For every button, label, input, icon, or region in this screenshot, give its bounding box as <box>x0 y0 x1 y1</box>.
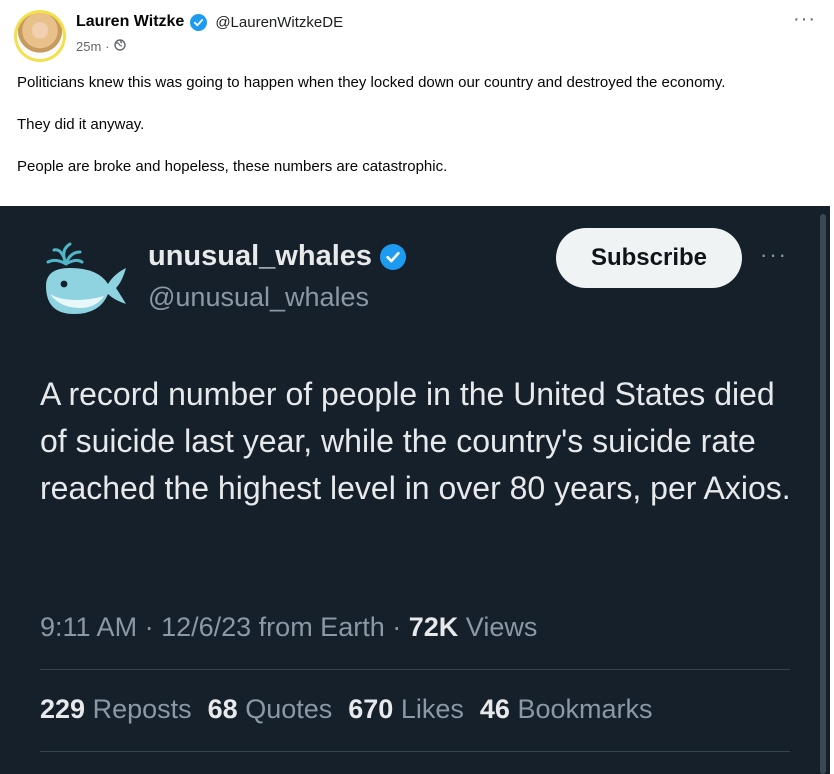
quotes-label: Quotes <box>245 694 333 724</box>
quotes-stat[interactable]: 68 Quotes <box>208 694 333 725</box>
tweet-more-options-icon[interactable]: ··· <box>760 244 788 266</box>
tweet-stats: 229 Reposts 68 Quotes 670 Likes 46 Bookm… <box>40 694 652 725</box>
views-count: 72K <box>408 612 459 642</box>
meta-separator: · <box>144 612 154 642</box>
subscribe-button[interactable]: Subscribe <box>556 228 742 288</box>
views-label: Views <box>465 612 538 642</box>
post-timestamp[interactable]: 25m <box>76 39 101 54</box>
post-text: Politicians knew this was going to happe… <box>17 72 807 198</box>
avatar-photo <box>17 13 63 59</box>
post-header: Lauren Witzke @LaurenWitzkeDE 25m · ··· <box>14 8 820 64</box>
post-meta: 25m · <box>76 39 126 54</box>
reposts-stat[interactable]: 229 Reposts <box>40 694 192 725</box>
tweet-time[interactable]: 9:11 AM <box>40 612 137 642</box>
divider <box>40 751 790 752</box>
verified-badge-icon <box>190 13 208 31</box>
likes-stat[interactable]: 670 Likes <box>348 694 464 725</box>
likes-label: Likes <box>400 694 464 724</box>
bookmarks-label: Bookmarks <box>517 694 653 724</box>
tweet-body: A record number of people in the United … <box>40 376 791 506</box>
author-line: Lauren Witzke @LaurenWitzkeDE <box>76 13 343 31</box>
tweet-author-handle[interactable]: @unusual_whales <box>148 282 369 313</box>
embedded-tweet-image[interactable]: unusual_whales @unusual_whales Subscribe… <box>0 206 830 774</box>
bookmarks-stat[interactable]: 46 Bookmarks <box>480 694 653 725</box>
globe-icon <box>113 39 126 54</box>
quotes-count: 68 <box>207 694 238 724</box>
author-name[interactable]: Lauren Witzke <box>76 13 184 31</box>
meta-separator: · <box>105 39 110 54</box>
divider <box>40 669 790 670</box>
post-paragraph: Politicians knew this was going to happe… <box>17 74 726 91</box>
post-more-options-icon[interactable]: ··· <box>793 9 816 29</box>
whale-logo-icon <box>46 242 126 314</box>
post-paragraph: People are broke and hopeless, these num… <box>17 158 448 175</box>
meta-separator: · <box>392 612 402 642</box>
tweet-meta: 9:11 AM · 12/6/23 from Earth · 72K Views <box>40 612 537 643</box>
scrollbar <box>820 214 826 774</box>
author-handle[interactable]: @LaurenWitzkeDE <box>215 14 343 31</box>
tweet-verified-badge-icon <box>380 243 407 270</box>
reposts-label: Reposts <box>92 694 192 724</box>
reposts-count: 229 <box>40 694 86 724</box>
author-avatar[interactable] <box>14 10 66 62</box>
tweet-author-name[interactable]: unusual_whales <box>148 240 372 273</box>
post-paragraph: They did it anyway. <box>17 116 145 133</box>
tweet-author-line: unusual_whales <box>148 240 407 273</box>
likes-count: 670 <box>348 694 394 724</box>
bookmarks-count: 46 <box>479 694 510 724</box>
tweet-date: 12/6/23 from Earth <box>161 612 385 642</box>
